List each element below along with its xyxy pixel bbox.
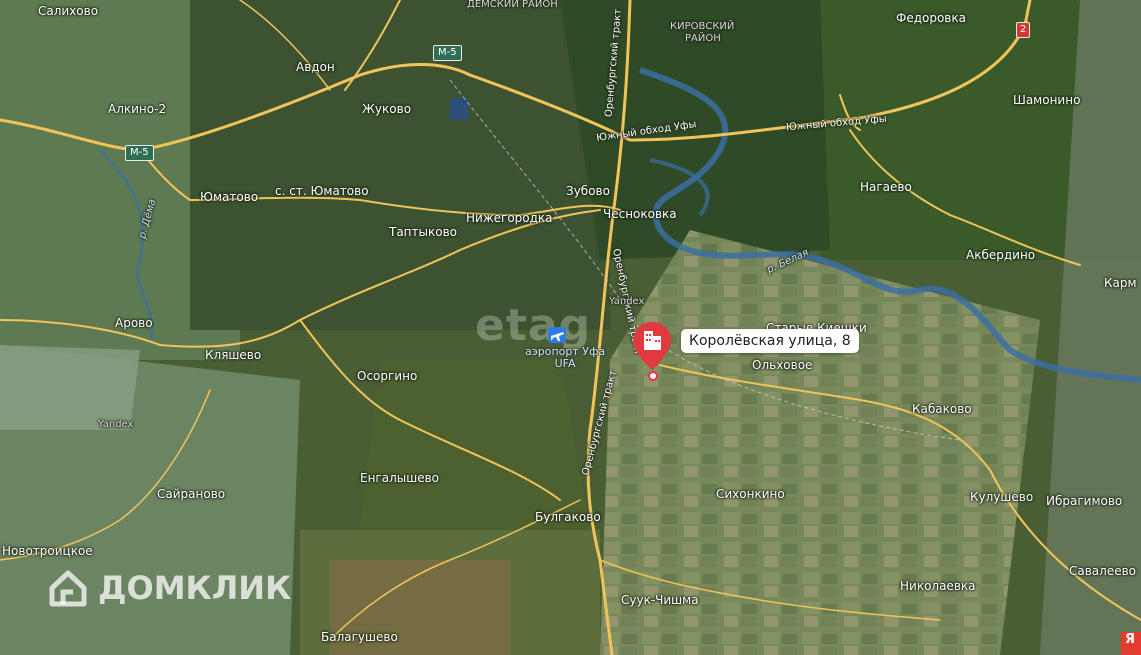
- place-label: Енгалышево: [360, 471, 440, 485]
- domclick-logo: ДОМКЛИК: [46, 566, 291, 610]
- place-label: Кляшево: [205, 348, 262, 362]
- address-callout[interactable]: Королёвская улица, 8: [681, 329, 859, 353]
- place-label: Ибрагимово: [1046, 494, 1123, 508]
- place-label: Арово: [115, 316, 153, 330]
- place-label: Новотроицкое: [2, 544, 93, 558]
- place-label: Алкино-2: [108, 102, 167, 116]
- yandex-corner-badge[interactable]: Я: [1121, 632, 1141, 655]
- place-label: Таптыково: [389, 225, 457, 239]
- district-label: РАЙОН: [685, 33, 721, 44]
- location-point: [648, 371, 658, 381]
- place-label: Салихово: [38, 4, 99, 18]
- place-label: Кабаково: [912, 402, 972, 416]
- place-label: Суук-Чишма: [621, 593, 699, 607]
- place-label: Сайраново: [157, 487, 226, 501]
- place-label: Чесноковка: [603, 207, 677, 221]
- place-label: Нижегородка: [466, 211, 553, 225]
- etag-watermark: etag: [475, 300, 592, 351]
- place-label: Нагаево: [860, 180, 912, 194]
- domclick-logo-text: ДОМКЛИК: [98, 569, 292, 607]
- place-label: Федоровка: [896, 11, 966, 25]
- place-label: Жуково: [362, 102, 412, 116]
- airport-icon[interactable]: [548, 327, 566, 343]
- district-label: ДЕМСКИЙ РАЙОН: [467, 0, 558, 10]
- place-label: Балагушево: [321, 630, 398, 644]
- place-label: Николаевка: [900, 579, 976, 593]
- place-label: с. ст. Юматово: [275, 184, 369, 198]
- place-label: Шамонино: [1013, 93, 1081, 107]
- place-label: Зубово: [566, 184, 610, 198]
- place-label: Ольховое: [752, 358, 813, 372]
- place-label: Авдон: [296, 60, 335, 74]
- domclick-logo-icon: [49, 570, 87, 607]
- place-label: Карм: [1104, 276, 1137, 290]
- map-view[interactable]: Салихово Авдон Алкино-2 Жуково Юматово с…: [0, 0, 1141, 655]
- place-label: Кулушево: [970, 490, 1034, 504]
- airport-label[interactable]: аэропорт Уфа UFA: [525, 346, 605, 370]
- place-label: Булгаково: [535, 510, 601, 524]
- route-shield: M-5: [125, 145, 154, 161]
- place-label: Савалеево: [1069, 564, 1137, 578]
- imagery-watermark: Yandex: [609, 296, 645, 307]
- place-label: Осоргино: [357, 369, 418, 383]
- building-pin-icon[interactable]: [630, 320, 674, 372]
- place-label: Акбердино: [966, 248, 1036, 262]
- place-label: Юматово: [200, 190, 259, 204]
- place-label: Сихонкино: [716, 487, 785, 501]
- route-shield: 2: [1016, 22, 1031, 38]
- imagery-watermark: Yandex: [98, 419, 134, 430]
- airport-code: UFA: [554, 357, 576, 370]
- route-shield: M-5: [433, 45, 462, 61]
